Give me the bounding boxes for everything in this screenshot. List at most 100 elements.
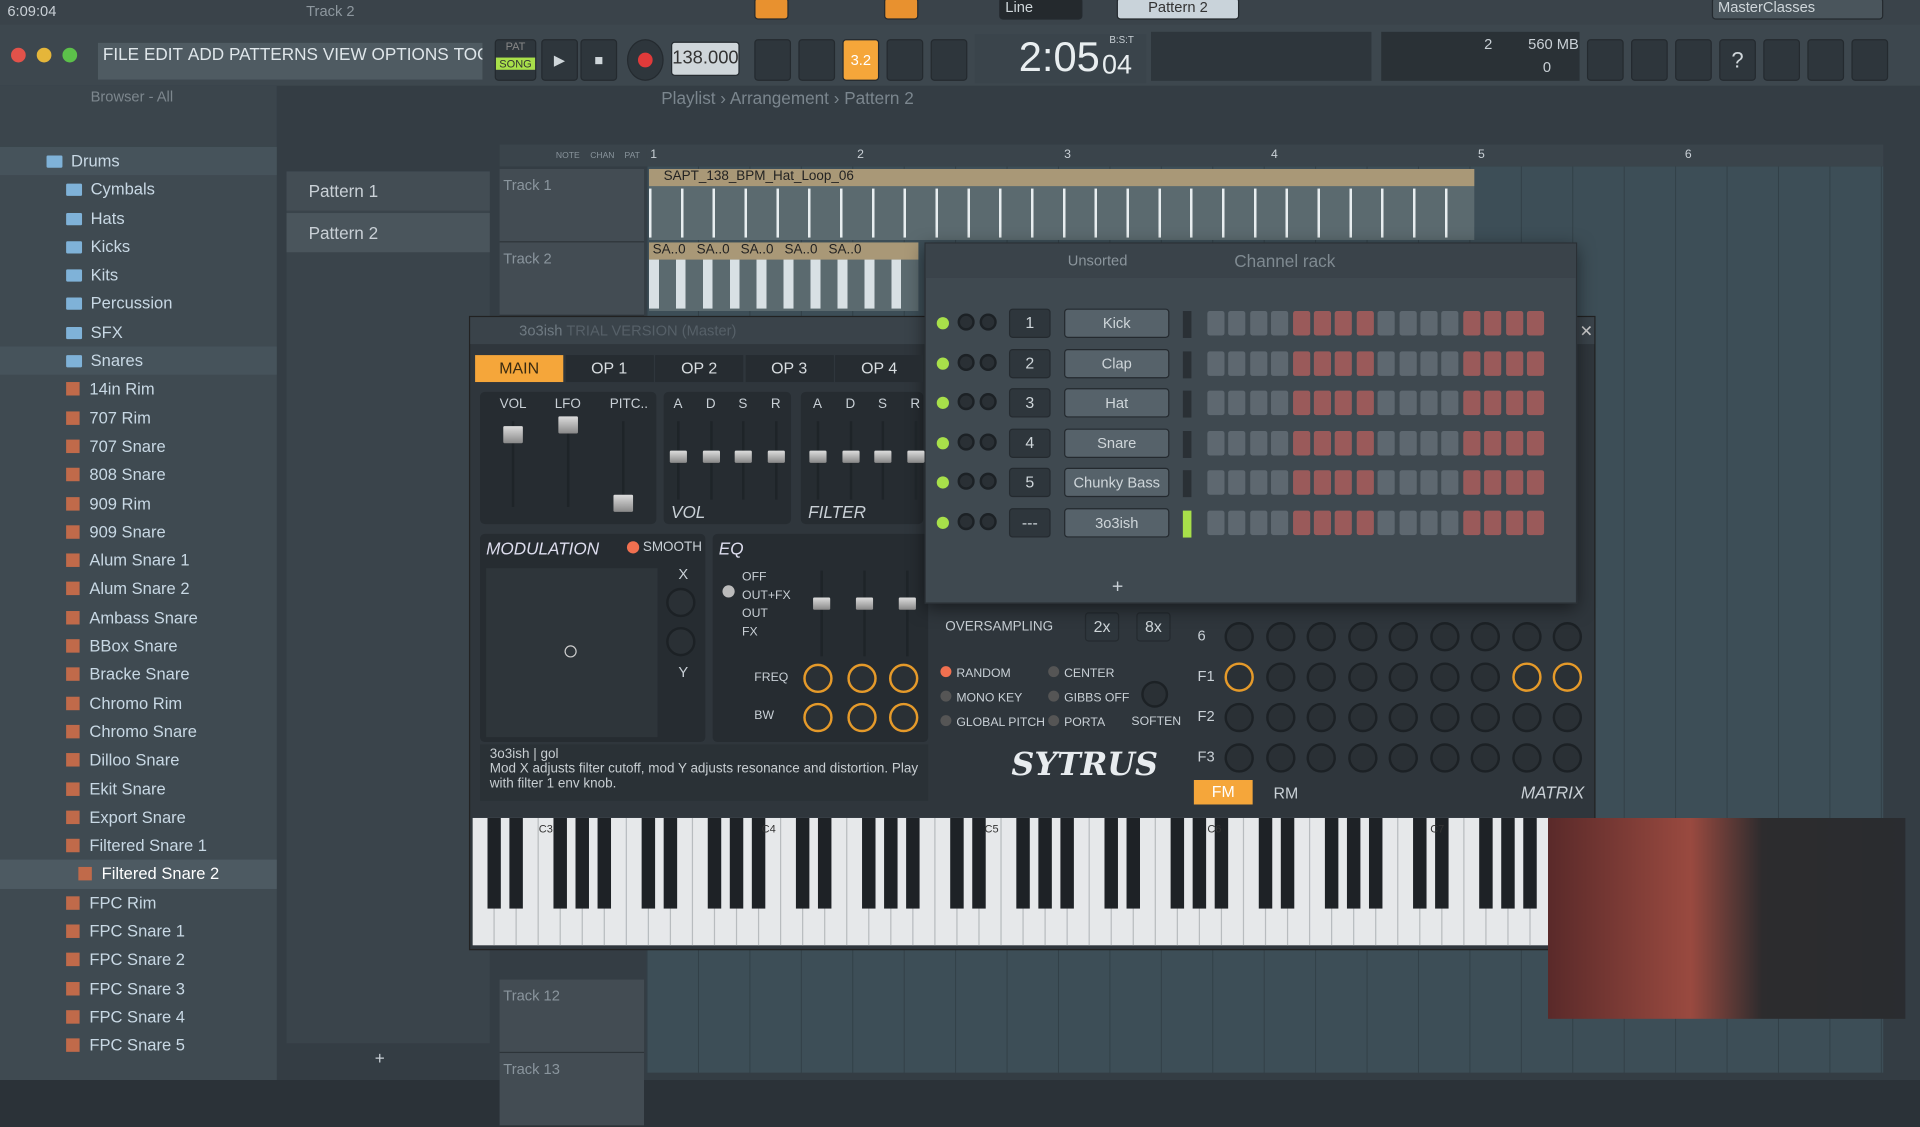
eq-freq-knob-1[interactable] xyxy=(803,663,833,694)
vol-env-fader[interactable] xyxy=(669,421,687,500)
matrix-knob[interactable] xyxy=(1470,743,1501,773)
black-key[interactable] xyxy=(1038,817,1052,909)
step-button[interactable] xyxy=(1484,311,1502,336)
step-button[interactable] xyxy=(1313,350,1332,376)
browser-file[interactable]: 707 Snare xyxy=(0,432,277,461)
black-key[interactable] xyxy=(1104,817,1118,909)
step-button[interactable] xyxy=(1356,350,1374,376)
step-button[interactable] xyxy=(1377,430,1395,456)
record-button[interactable] xyxy=(626,39,664,81)
black-key[interactable] xyxy=(1258,817,1273,909)
black-key[interactable] xyxy=(1016,817,1030,909)
black-key[interactable] xyxy=(641,817,656,909)
plugin-close-button[interactable]: ✕ xyxy=(1580,322,1593,342)
cut-icon[interactable] xyxy=(1631,39,1668,81)
matrix-knob[interactable] xyxy=(1347,702,1377,733)
step-button[interactable] xyxy=(1335,510,1353,536)
undo-icon[interactable] xyxy=(1586,39,1624,81)
maximize-window-button[interactable] xyxy=(62,47,78,63)
step-button[interactable] xyxy=(1207,430,1225,456)
sytrus-tab-main[interactable]: MAIN xyxy=(475,355,564,383)
option-global-pitch[interactable]: GLOBAL PITCH xyxy=(940,715,1045,730)
matrix-knob[interactable] xyxy=(1306,702,1336,733)
browser-file[interactable]: Filtered Snare 1 xyxy=(0,832,277,861)
step-button[interactable] xyxy=(1526,390,1545,416)
pattern-select[interactable]: Pattern 2 xyxy=(1116,0,1240,20)
audio-clip-hat-loop[interactable]: SAPT_138_BPM_Hat_Loop_06 xyxy=(648,168,1475,241)
filter-env-fader[interactable] xyxy=(809,421,827,500)
xy-modulation-pad[interactable] xyxy=(486,568,658,738)
main-fader-vol[interactable] xyxy=(503,421,523,507)
menu-tools[interactable]: TOOLS xyxy=(454,44,483,64)
filter-env-fader[interactable] xyxy=(874,421,892,500)
matrix-knob[interactable] xyxy=(1388,702,1418,733)
main-fader-lfo[interactable] xyxy=(558,416,578,507)
channel-select-indicator[interactable] xyxy=(1182,350,1192,378)
matrix-knob[interactable] xyxy=(1306,622,1336,652)
matrix-knob[interactable] xyxy=(1470,702,1501,733)
step-button[interactable] xyxy=(1228,430,1246,456)
step-button[interactable] xyxy=(1335,311,1353,336)
step-button[interactable] xyxy=(1526,430,1545,456)
step-button[interactable] xyxy=(1335,390,1353,416)
sytrus-tab-op4[interactable]: OP 4 xyxy=(835,355,924,383)
play-button[interactable]: ▶ xyxy=(541,39,578,81)
browser-file[interactable]: 808 Snare xyxy=(0,461,277,490)
black-key[interactable] xyxy=(1501,817,1515,909)
step-button[interactable] xyxy=(1249,430,1268,456)
step-button[interactable] xyxy=(1249,350,1268,376)
eq-bw-knob-3[interactable] xyxy=(888,702,919,733)
eq-mode-option[interactable]: OUT+FX xyxy=(742,587,791,605)
black-key[interactable] xyxy=(1126,817,1141,909)
menu-edit[interactable]: EDIT xyxy=(144,44,183,64)
step-button[interactable] xyxy=(1292,470,1310,496)
channel-mixer-track[interactable]: 1 xyxy=(1008,308,1051,338)
step-button[interactable] xyxy=(1249,470,1268,496)
channel-mute-led[interactable] xyxy=(936,317,949,330)
step-button[interactable] xyxy=(1399,510,1417,536)
matrix-knob[interactable] xyxy=(1265,702,1295,733)
step-button[interactable] xyxy=(1441,350,1459,376)
matrix-knob[interactable] xyxy=(1347,662,1377,692)
eq-bw-knob-2[interactable] xyxy=(847,702,877,733)
channel-select-indicator[interactable] xyxy=(1182,430,1192,458)
option-center[interactable]: CENTER xyxy=(1048,666,1114,681)
pattern-item[interactable]: Pattern 1 xyxy=(286,171,490,211)
browser-file[interactable]: Ambass Snare xyxy=(0,603,277,632)
step-button[interactable] xyxy=(1526,510,1545,536)
breadcrumb-item[interactable]: Pattern 2 xyxy=(844,88,914,108)
step-button[interactable] xyxy=(1249,390,1268,416)
track-header[interactable]: Track 13 xyxy=(499,1053,645,1127)
eq-mode-option[interactable]: FX xyxy=(742,623,791,641)
channel-volume-knob[interactable] xyxy=(979,513,997,531)
pat-song-toggle[interactable]: PAT SONG xyxy=(494,39,537,81)
menu-options[interactable]: OPTIONS xyxy=(372,44,449,64)
browser-folder[interactable]: Percussion xyxy=(0,290,277,319)
browser-file[interactable]: 707 Rim xyxy=(0,404,277,433)
eq-freq-knob-2[interactable] xyxy=(847,663,877,694)
black-key[interactable] xyxy=(707,817,722,909)
track-header[interactable]: Track 2 xyxy=(499,242,645,316)
mod-y-knob[interactable] xyxy=(666,626,696,657)
matrix-knob[interactable] xyxy=(1306,743,1336,773)
chat-icon[interactable] xyxy=(1851,39,1889,81)
step-button[interactable] xyxy=(1399,470,1417,496)
option-porta[interactable]: PORTA xyxy=(1048,715,1105,730)
channel-volume-knob[interactable] xyxy=(979,433,997,451)
step-button[interactable] xyxy=(1484,390,1502,416)
step-button[interactable] xyxy=(1313,510,1332,536)
channel-select-indicator[interactable] xyxy=(1182,390,1192,418)
oversampling-8x[interactable]: 8x xyxy=(1136,612,1171,642)
menu-add[interactable]: ADD xyxy=(188,44,224,64)
loop-record-icon[interactable] xyxy=(930,39,968,81)
browser-file[interactable]: Alum Snare 1 xyxy=(0,546,277,575)
black-key[interactable] xyxy=(1413,817,1427,909)
step-button[interactable] xyxy=(1356,390,1374,416)
browser-file[interactable]: FPC Snare 4 xyxy=(0,1003,277,1032)
menu-view[interactable]: VIEW xyxy=(323,44,367,64)
step-button[interactable] xyxy=(1377,390,1395,416)
matrix-knob[interactable] xyxy=(1552,702,1583,733)
add-channel-button[interactable]: + xyxy=(1112,577,1123,599)
step-button[interactable] xyxy=(1271,510,1289,536)
step-edit-button[interactable]: 3.2 xyxy=(842,39,880,81)
